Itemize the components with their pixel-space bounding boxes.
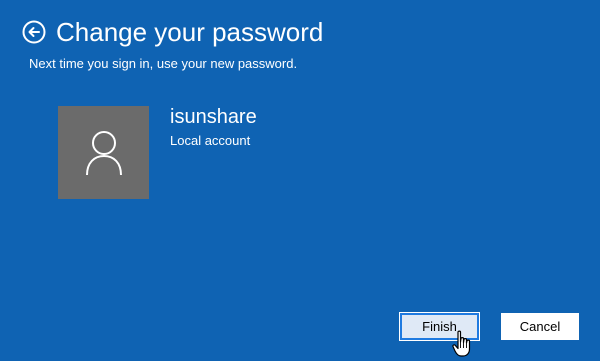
user-name: isunshare <box>170 106 257 128</box>
back-arrow-icon <box>22 20 46 44</box>
avatar <box>58 106 149 199</box>
account-type: Local account <box>170 133 251 148</box>
hand-cursor-icon <box>452 330 471 357</box>
cancel-button[interactable]: Cancel <box>501 313 579 340</box>
page-title: Change your password <box>56 17 324 47</box>
back-button[interactable] <box>22 20 46 44</box>
page-subtitle: Next time you sign in, use your new pass… <box>29 56 298 71</box>
user-silhouette-icon <box>85 130 122 175</box>
